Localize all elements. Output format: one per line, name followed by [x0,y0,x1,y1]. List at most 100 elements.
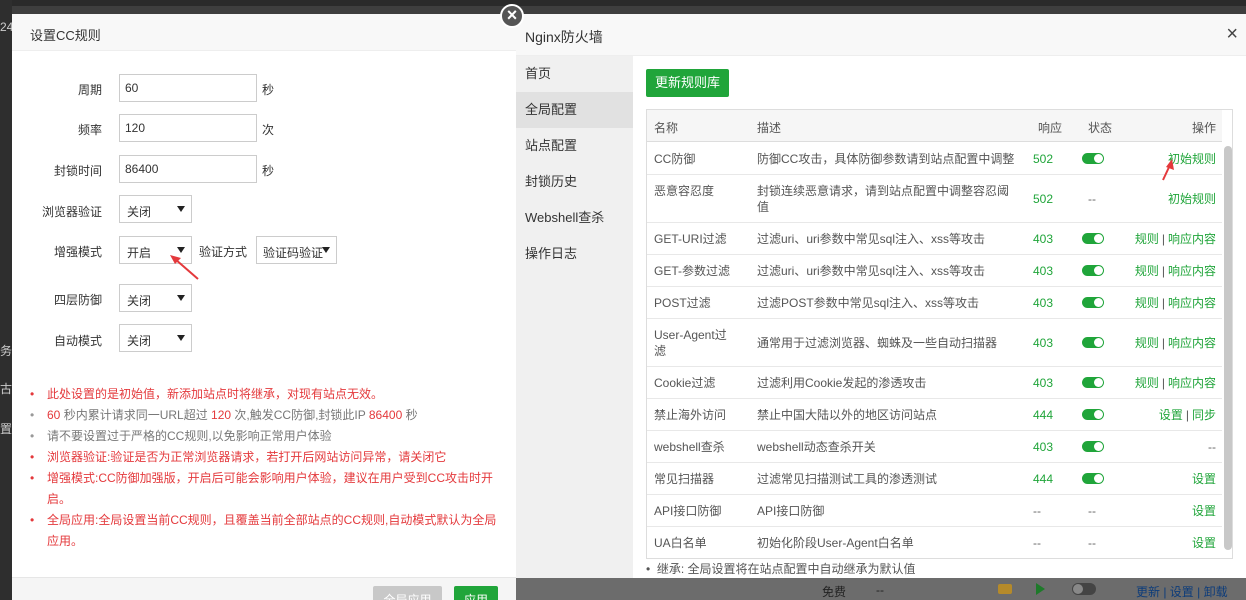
firewall-sidebar: 首页 全局配置 站点配置 封锁历史 Webshell查杀 操作日志 [516,56,633,578]
table-row: POST过滤 过滤POST参数中常见sql注入、xss等攻击 403 规则 | 响应内容 [647,287,1222,319]
notes-list: 此处设置的是初始值，新添加站点时将继承，对现有站点无效。 60 秒内累计请求同一… [30,384,500,552]
action-separator: | [1161,296,1165,310]
block-time-unit: 秒 [262,164,275,178]
status-toggle[interactable] [1082,441,1104,452]
nav-item-home[interactable]: 首页 [516,56,633,92]
status-toggle[interactable] [1082,233,1104,244]
plugin-dashes: -- [876,583,884,597]
rule-response: 403 [1033,232,1054,246]
close-icon[interactable]: × [1226,24,1238,44]
nav-item-webshell-scan[interactable]: Webshell查杀 [516,200,633,236]
action-link[interactable]: 响应内容 [1168,376,1216,390]
rule-name: UA白名单 [654,536,707,550]
action-link[interactable]: 设置 [1159,408,1183,422]
background-text: 务 [0,344,13,358]
nav-item-global-config[interactable]: 全局配置 [516,92,633,128]
dialog-title: 设置CC规则 [30,28,101,43]
dialog-close-icon[interactable]: × [500,4,524,28]
status-toggle[interactable] [1082,473,1104,484]
period-label: 周期 [77,83,102,97]
action-link[interactable]: 响应内容 [1168,296,1216,310]
status-toggle[interactable] [1082,377,1104,388]
firewall-title: Nginx防火墙 [525,29,603,45]
select-value: 关闭 [127,294,152,308]
firewall-main: 更新规则库 名称 描述 响应 状态 操作 CC防御 防御CC攻击，具体防御参数请到… [633,56,1246,578]
nav-item-block-history[interactable]: 封锁历史 [516,164,633,200]
rule-actions: 设置 [1192,471,1216,487]
verify-method-select[interactable]: 验证码验证 [256,236,337,264]
action-link[interactable]: 响应内容 [1168,264,1216,278]
plugin-price: 免费 [822,585,847,599]
rule-name: 常见扫描器 [654,472,715,486]
plugin-actions[interactable]: 更新 | 设置 | 卸载 [1136,583,1228,600]
layer4-select[interactable]: 关闭 [119,284,192,312]
rule-actions: 初始规则 [1168,191,1216,207]
frequency-input[interactable] [119,114,257,142]
browser-verify-select[interactable]: 关闭 [119,195,192,223]
rule-desc: 过滤uri、uri参数中常见sql注入、xss等攻击 [757,264,986,278]
caret-down-icon [177,295,185,301]
global-apply-button[interactable]: 全局应用 [373,586,442,600]
status-toggle[interactable] [1082,265,1104,276]
rules-table: 名称 描述 响应 状态 操作 CC防御 防御CC攻击，具体防御参数请到站点配置中调… [646,109,1233,559]
rule-response: 403 [1033,376,1054,390]
action-link[interactable]: 响应内容 [1168,232,1216,246]
auto-mode-select[interactable]: 关闭 [119,324,192,352]
table-row: GET-参数过滤 过滤uri、uri参数中常见sql注入、xss等攻击 403 规则 |… [647,255,1222,287]
rule-status: -- [1088,504,1096,518]
rule-name: GET-URI过滤 [654,232,727,246]
apply-button[interactable]: 应用 [454,586,498,600]
action-link[interactable]: 设置 [1192,472,1216,486]
rule-response: 403 [1033,264,1054,278]
table-scrollbar[interactable] [1224,146,1232,550]
note-item: 此处设置的是初始值，新添加站点时将继承，对现有站点无效。 [30,384,500,405]
action-link[interactable]: 设置 [1192,504,1216,518]
rule-name: User-Agent过滤 [654,328,727,358]
rule-actions: -- [1208,439,1216,455]
action-link[interactable]: 规则 [1135,336,1159,350]
select-value: 验证码验证 [263,246,323,260]
rule-response: 444 [1033,472,1054,486]
action-link[interactable]: 规则 [1135,264,1159,278]
note-item: 请不要设置过于严格的CC规则,以免影响正常用户体验 [30,426,500,447]
note-text: 秒内累计请求同一URL超过 [60,408,212,422]
update-rules-button[interactable]: 更新规则库 [646,69,730,97]
action-separator: | [1161,264,1165,278]
folder-icon[interactable] [998,584,1012,594]
firewall-header: Nginx防火墙 × [516,14,1246,56]
action-link[interactable]: 规则 [1135,296,1159,310]
action-link[interactable]: 初始规则 [1168,192,1216,206]
action-separator: | [1161,376,1165,390]
rule-response: 403 [1033,440,1054,454]
action-link[interactable]: 设置 [1192,536,1216,550]
note-item: 浏览器验证:验证是否为正常浏览器请求，若打开后网站访问异常，请关闭它 [30,447,500,468]
nav-item-site-config[interactable]: 站点配置 [516,128,633,164]
action-link[interactable]: 同步 [1192,408,1216,422]
block-time-input[interactable] [119,155,257,183]
play-icon[interactable] [1036,583,1045,595]
table-row: webshell查杀 webshell动态查杀开关 403 -- [647,431,1222,463]
background-top-bar [0,0,1246,6]
table-footnote: • 继承: 全局设置将在站点配置中自动继承为默认值 [646,562,916,576]
plugin-toggle[interactable] [1072,583,1096,595]
status-toggle[interactable] [1082,409,1104,420]
status-toggle[interactable] [1082,337,1104,348]
nav-item-operation-log[interactable]: 操作日志 [516,236,633,272]
auto-mode-label: 自动模式 [53,334,102,348]
rule-response: 403 [1033,296,1054,310]
rule-name: 恶意容忍度 [654,184,715,198]
action-link[interactable]: 规则 [1135,232,1159,246]
rule-name: 禁止海外访问 [654,408,727,422]
background-sidebar: 24 务 古 置 [0,0,13,600]
column-status: 状态 [1088,121,1113,135]
rule-actions: 规则 | 响应内容 [1135,375,1216,391]
action-link[interactable]: 响应内容 [1168,336,1216,350]
caret-down-icon [177,335,185,341]
rule-response: 403 [1033,336,1054,350]
status-toggle[interactable] [1082,297,1104,308]
rule-name: webshell查杀 [654,440,725,454]
frequency-unit: 次 [262,123,275,137]
status-toggle[interactable] [1082,153,1104,164]
action-link[interactable]: 规则 [1135,376,1159,390]
period-input[interactable] [119,74,257,102]
